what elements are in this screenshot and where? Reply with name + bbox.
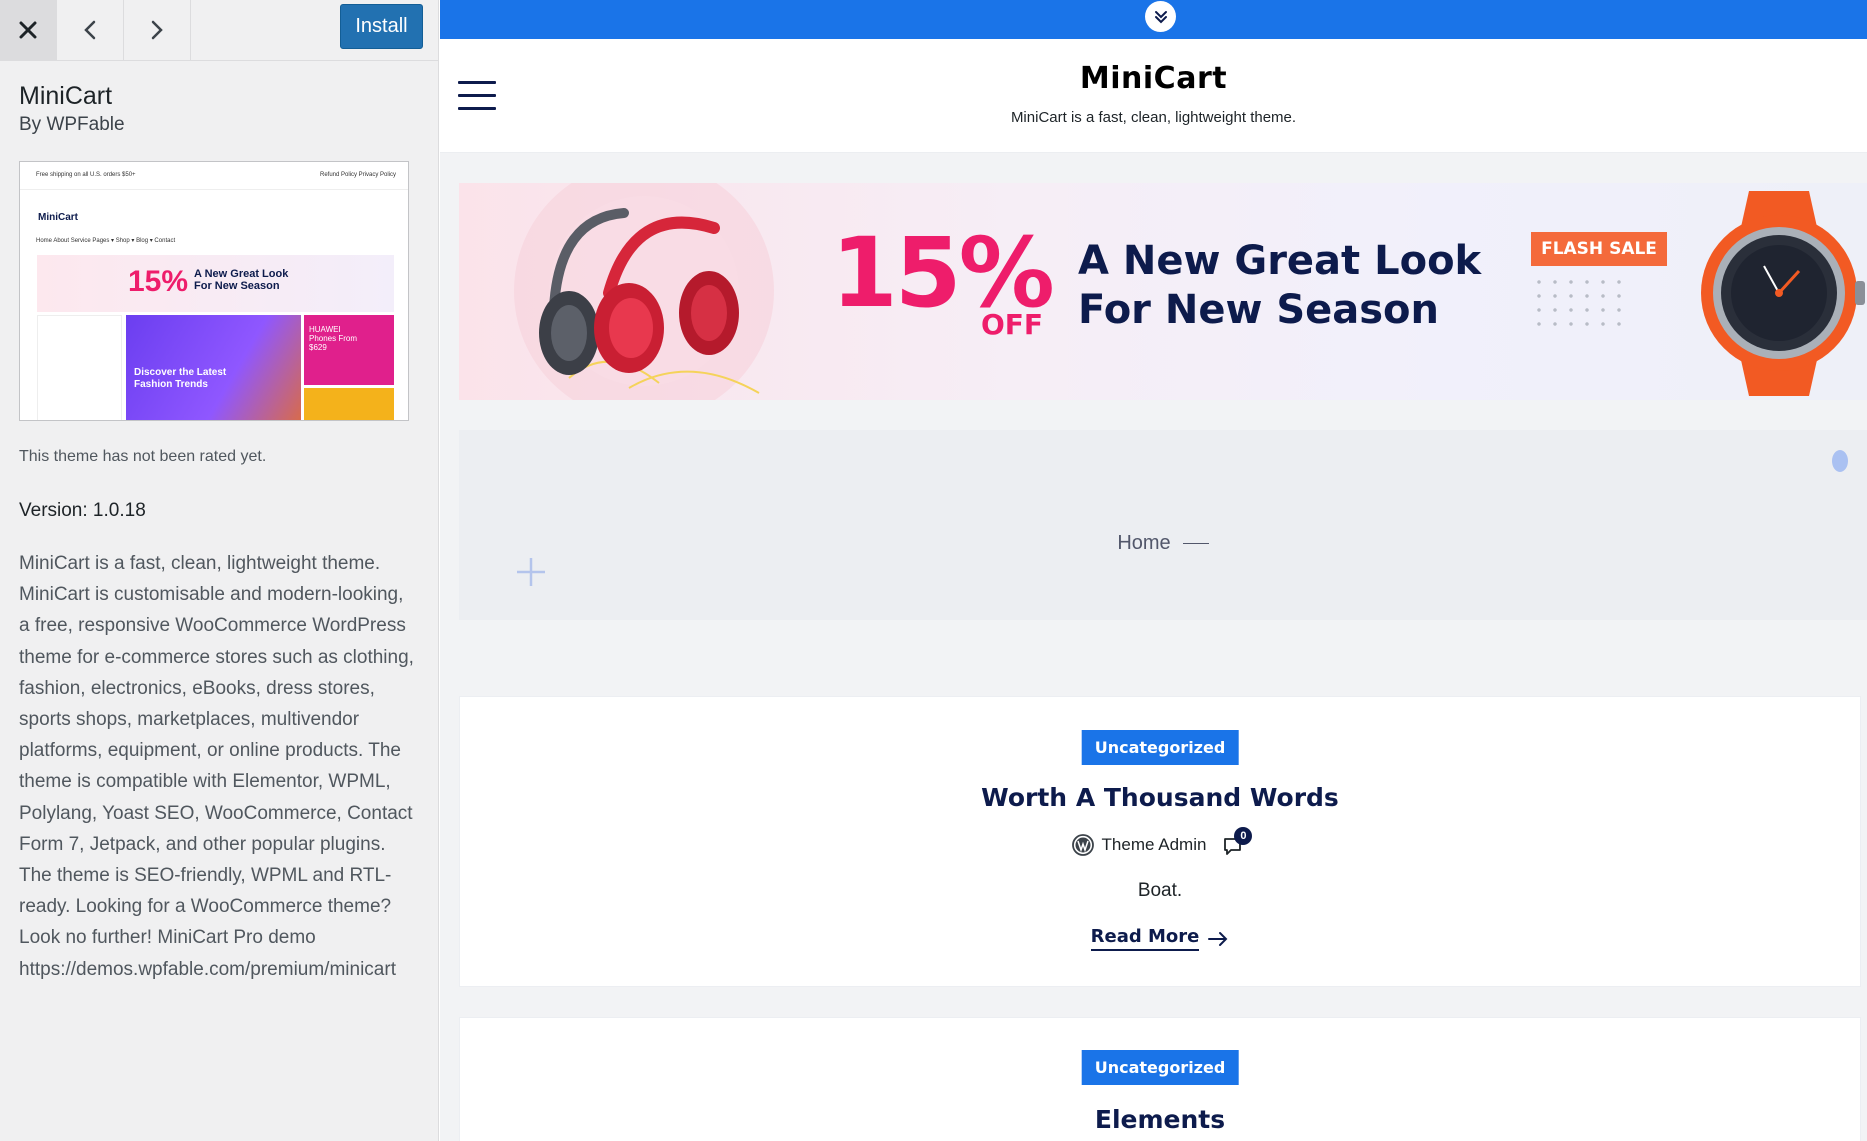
close-icon: [19, 21, 37, 39]
version-text: Version: 1.0.18: [19, 500, 146, 521]
breadcrumb: Home: [459, 532, 1867, 555]
headphones-image: [514, 183, 774, 400]
screenshot-topbar: Free shipping on all U.S. orders $50+ Re…: [20, 162, 408, 190]
preview-top-bar: [440, 0, 1867, 39]
dot-pattern: [1531, 275, 1631, 335]
flash-sale-badge: FLASH SALE: [1531, 232, 1667, 266]
site-header: MiniCart MiniCart is a fast, clean, ligh…: [440, 39, 1867, 153]
category-badge[interactable]: Uncategorized: [1081, 730, 1239, 765]
hero-headline-1: A New Great Look: [1078, 238, 1482, 284]
theme-preview: MiniCart MiniCart is a fast, clean, ligh…: [440, 0, 1867, 1141]
next-theme-button[interactable]: [124, 0, 191, 60]
screenshot-furniture-promo: [304, 388, 394, 420]
screenshot-topbar-right: Refund Policy Privacy Policy: [320, 172, 397, 178]
post-excerpt: Boat.: [1137, 880, 1183, 901]
theme-name: MiniCart: [19, 82, 113, 110]
install-button[interactable]: Install: [340, 4, 423, 49]
screenshot-promo-text: Discover the Latest Fashion Trends: [134, 367, 227, 390]
breadcrumb-separator: [1182, 542, 1209, 545]
breadcrumb-area: Home: [459, 430, 1867, 620]
previous-theme-button[interactable]: [57, 0, 124, 60]
screenshot-categories: [37, 315, 122, 420]
decorative-dot: [1832, 450, 1848, 472]
screenshot-banner-percent: 15%: [128, 265, 189, 298]
sidebar-header: Install: [0, 0, 438, 61]
hero-headline-2: For New Season: [1078, 287, 1440, 333]
post-card: Uncategorized Elements: [459, 1017, 1861, 1141]
double-chevron-down-icon: [1154, 10, 1167, 23]
customizer-sidebar: Install MiniCart By WPFable Free shippin…: [0, 0, 439, 1141]
chevron-right-icon: [151, 20, 163, 40]
rating-text: This theme has not been rated yet.: [19, 448, 267, 465]
screenshot-banner-text: A New Great Look For New Season: [194, 268, 289, 292]
screenshot-phone-promo: HUAWEI Phones From $629: [304, 315, 394, 385]
arrow-right-icon: [1208, 931, 1228, 946]
post-title[interactable]: Elements: [460, 1105, 1860, 1134]
comments-link[interactable]: 0: [1222, 827, 1253, 857]
comment-count-badge: 0: [1234, 827, 1253, 845]
post-card: Uncategorized Worth A Thousand Words The…: [459, 696, 1861, 987]
hero-percent: 15%: [831, 217, 1055, 329]
screenshot-logo: MiniCart: [38, 212, 78, 223]
theme-description: MiniCart is a fast, clean, lightweight t…: [19, 553, 414, 980]
screenshot-topbar-left: Free shipping on all U.S. orders $50+: [36, 172, 136, 178]
read-more-label: Read More: [1090, 926, 1200, 951]
screenshot-nav: Home About Service Pages ▾ Shop ▾ Blog ▾…: [20, 190, 408, 244]
theme-author: By WPFable: [19, 114, 125, 135]
wordpress-logo-icon: [1071, 834, 1094, 856]
theme-screenshot: Free shipping on all U.S. orders $50+ Re…: [19, 161, 409, 421]
site-title[interactable]: MiniCart: [440, 61, 1867, 96]
screenshot-phone-text: HUAWEI Phones From $629: [309, 325, 358, 352]
site-tagline: MiniCart is a fast, clean, lightweight t…: [1010, 109, 1297, 126]
hero-banner[interactable]: 15% OFF A New Great Look For New Season …: [459, 183, 1867, 400]
breadcrumb-home-link[interactable]: Home: [1117, 532, 1170, 554]
post-title[interactable]: Worth A Thousand Words: [460, 783, 1860, 812]
chevron-left-icon: [84, 20, 96, 40]
post-author[interactable]: Theme Admin: [1102, 835, 1207, 855]
post-meta: Theme Admin 0: [460, 827, 1860, 857]
watch-image: [1701, 191, 1865, 396]
theme-info: MiniCart By WPFable: [19, 80, 419, 138]
screenshot-nav-links: Home About Service Pages ▾ Shop ▾ Blog ▾…: [36, 238, 176, 244]
hero-off: OFF: [981, 308, 1044, 341]
category-badge[interactable]: Uncategorized: [1081, 1050, 1239, 1085]
plus-icon: [517, 558, 545, 586]
read-more-link[interactable]: Read More: [460, 926, 1860, 951]
collapse-button[interactable]: [1145, 1, 1176, 32]
close-button[interactable]: [0, 0, 57, 60]
